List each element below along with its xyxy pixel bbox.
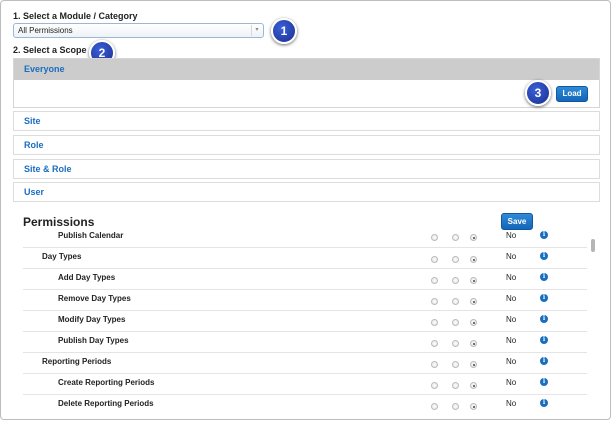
- radio-deny[interactable]: [452, 361, 459, 368]
- permission-label: Remove Day Types: [58, 294, 131, 303]
- radio-allow[interactable]: [431, 340, 438, 347]
- radio-deny[interactable]: [452, 340, 459, 347]
- scope-tab-everyone[interactable]: Everyone: [14, 59, 599, 80]
- step-badge-1: 1: [271, 18, 297, 44]
- module-category-select[interactable]: All Permissions ▾: [13, 23, 264, 38]
- radio-inherit[interactable]: [470, 319, 477, 326]
- info-icon[interactable]: i: [540, 378, 548, 386]
- permission-value: No: [506, 231, 517, 240]
- permission-label: Publish Day Types: [58, 336, 129, 345]
- radio-allow[interactable]: [431, 382, 438, 389]
- scope-tab-site-role[interactable]: Site & Role: [13, 159, 600, 179]
- radio-inherit[interactable]: [470, 277, 477, 284]
- radio-allow[interactable]: [431, 234, 438, 241]
- radio-deny[interactable]: [452, 256, 459, 263]
- permission-value: No: [506, 252, 517, 261]
- permission-label: Add Day Types: [58, 273, 116, 282]
- info-icon[interactable]: i: [540, 252, 548, 260]
- dropdown-arrow-icon[interactable]: ▾: [251, 25, 262, 36]
- save-button[interactable]: Save: [501, 213, 533, 230]
- radio-allow[interactable]: [431, 361, 438, 368]
- scope-label: 2. Select a Scope: [13, 45, 87, 55]
- radio-deny[interactable]: [452, 234, 459, 241]
- radio-inherit[interactable]: [470, 234, 477, 241]
- permissions-heading: Permissions: [23, 215, 95, 229]
- step-badge-3: 3: [525, 80, 551, 106]
- radio-deny[interactable]: [452, 382, 459, 389]
- info-icon[interactable]: i: [540, 336, 548, 344]
- permission-row-publish-day-types: Publish Day Types No i: [23, 332, 587, 353]
- radio-inherit[interactable]: [470, 256, 477, 263]
- scope-everyone-panel: Everyone Load: [13, 58, 600, 108]
- permission-label: Delete Reporting Periods: [58, 399, 154, 408]
- radio-inherit[interactable]: [470, 382, 477, 389]
- radio-allow[interactable]: [431, 298, 438, 305]
- scope-tab-user[interactable]: User: [13, 182, 600, 202]
- radio-deny[interactable]: [452, 319, 459, 326]
- permission-row-create-reporting-periods: Create Reporting Periods No i: [23, 374, 587, 395]
- info-icon[interactable]: i: [540, 273, 548, 281]
- scope-tab-site[interactable]: Site: [13, 111, 600, 131]
- permission-value: No: [506, 294, 517, 303]
- permission-value: No: [506, 315, 517, 324]
- info-icon[interactable]: i: [540, 294, 548, 302]
- permission-row-remove-day-types: Remove Day Types No i: [23, 290, 587, 311]
- radio-allow[interactable]: [431, 277, 438, 284]
- permission-row-publish-calendar: Publish Calendar No i: [23, 229, 587, 248]
- permission-value: No: [506, 357, 517, 366]
- permission-label: Create Reporting Periods: [58, 378, 155, 387]
- permission-row-reporting-periods: Reporting Periods No i: [23, 353, 587, 374]
- permission-label: Day Types: [42, 252, 82, 261]
- scrollbar-thumb[interactable]: [591, 239, 595, 252]
- permission-row-add-day-types: Add Day Types No i: [23, 269, 587, 290]
- scope-tab-role[interactable]: Role: [13, 135, 600, 155]
- module-category-value: All Permissions: [18, 26, 73, 35]
- radio-deny[interactable]: [452, 277, 459, 284]
- permission-row-delete-reporting-periods: Delete Reporting Periods No i: [23, 395, 587, 413]
- radio-inherit[interactable]: [470, 361, 477, 368]
- permissions-list: Publish Calendar No i Day Types No i Add…: [23, 229, 587, 413]
- module-category-label: 1. Select a Module / Category: [13, 11, 138, 21]
- radio-inherit[interactable]: [470, 403, 477, 410]
- info-icon[interactable]: i: [540, 399, 548, 407]
- radio-deny[interactable]: [452, 403, 459, 410]
- permission-value: No: [506, 399, 517, 408]
- radio-allow[interactable]: [431, 403, 438, 410]
- permission-value: No: [506, 336, 517, 345]
- permission-row-day-types: Day Types No i: [23, 248, 587, 269]
- permission-label: Publish Calendar: [58, 231, 124, 240]
- radio-allow[interactable]: [431, 319, 438, 326]
- permissions-window: 1. Select a Module / Category All Permis…: [0, 0, 611, 420]
- permission-value: No: [506, 273, 517, 282]
- radio-allow[interactable]: [431, 256, 438, 263]
- permissions-scrollbar[interactable]: [590, 237, 596, 413]
- info-icon[interactable]: i: [540, 315, 548, 323]
- permission-value: No: [506, 378, 517, 387]
- info-icon[interactable]: i: [540, 357, 548, 365]
- permission-label: Reporting Periods: [42, 357, 112, 366]
- permission-row-modify-day-types: Modify Day Types No i: [23, 311, 587, 332]
- radio-deny[interactable]: [452, 298, 459, 305]
- info-icon[interactable]: i: [540, 231, 548, 239]
- radio-inherit[interactable]: [470, 298, 477, 305]
- load-button[interactable]: Load: [556, 86, 588, 102]
- radio-inherit[interactable]: [470, 340, 477, 347]
- permission-label: Modify Day Types: [58, 315, 126, 324]
